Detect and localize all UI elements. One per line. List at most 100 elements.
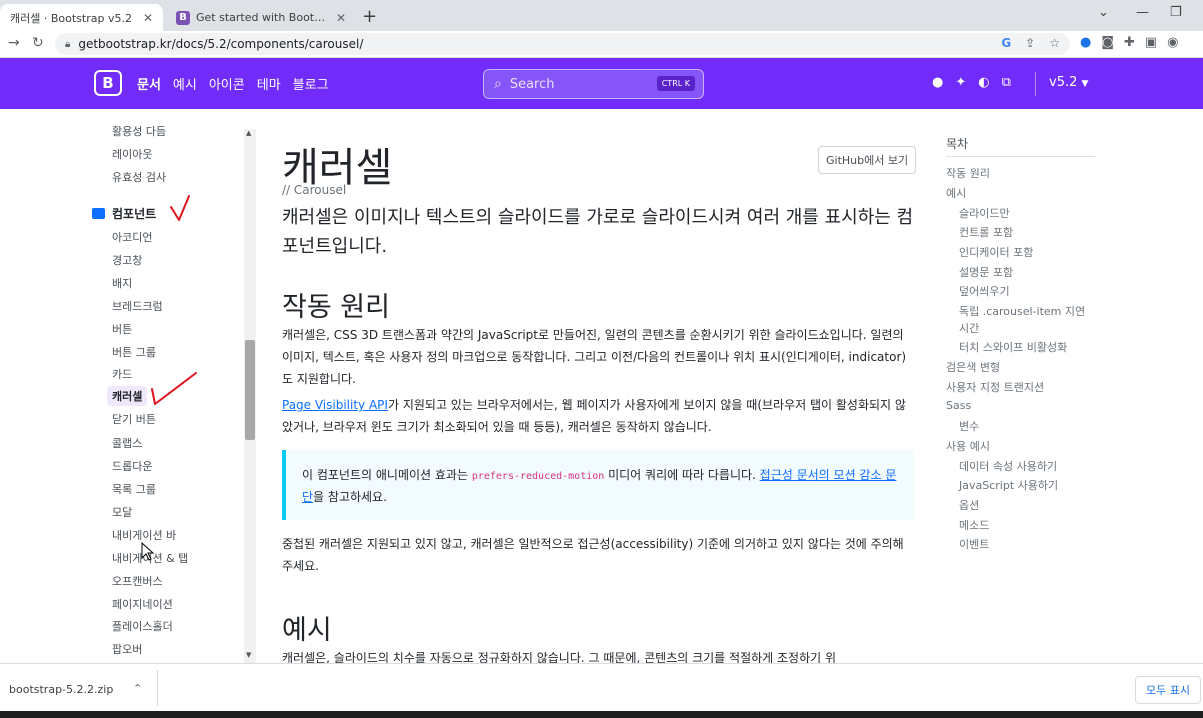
nav-link-docs[interactable]: 문서 bbox=[137, 74, 161, 93]
google-icon[interactable]: G bbox=[1001, 36, 1011, 50]
view-on-github-button[interactable]: GitHub에서 보기 bbox=[818, 146, 917, 174]
extension-globe-icon[interactable]: ● bbox=[1080, 35, 1091, 50]
toc-item[interactable]: 옵션 bbox=[959, 497, 979, 513]
sidebar-scroll-thumb[interactable] bbox=[245, 340, 255, 440]
search-input[interactable]: ⌕ Search CTRL K bbox=[483, 69, 704, 99]
sidebar-item-offcanvas[interactable]: 오프캔버스 bbox=[107, 571, 168, 591]
browser-tab-strip: 캐러셀 · Bootstrap v5.2 ✕ B Get started wit… bbox=[0, 0, 1203, 31]
profile-avatar-icon[interactable]: ◉ bbox=[1167, 35, 1178, 50]
toc-item[interactable]: 독립 .carousel-item 지연 bbox=[959, 303, 1085, 319]
share-icon[interactable]: ⇪ bbox=[1025, 36, 1035, 50]
chevron-up-icon[interactable]: ⌃ bbox=[133, 682, 142, 695]
sidebar-item-card[interactable]: 카드 bbox=[107, 364, 137, 384]
heading-examples: 예시 bbox=[282, 615, 332, 646]
toc-item[interactable]: 데이터 속성 사용하기 bbox=[959, 458, 1057, 474]
sidebar-item-badge[interactable]: 배지 bbox=[107, 273, 137, 293]
download-item[interactable]: bootstrap-5.2.2.zip bbox=[9, 683, 113, 696]
minimize-icon[interactable]: — bbox=[1136, 5, 1149, 20]
sidebar-item-close-button[interactable]: 닫기 버튼 bbox=[107, 409, 161, 429]
nav-link-icons[interactable]: 아이콘 bbox=[209, 74, 245, 93]
sidebar-item-dropdowns[interactable]: 드롭다운 bbox=[107, 456, 157, 476]
nav-link-themes[interactable]: 테마 bbox=[257, 74, 281, 93]
opencollective-icon[interactable]: ◐ bbox=[978, 75, 989, 90]
toc-item[interactable]: Sass bbox=[946, 399, 971, 412]
scroll-up-arrow-icon[interactable]: ▲ bbox=[246, 129, 251, 137]
sidebar-item-popovers[interactable]: 팝오버 bbox=[107, 639, 147, 659]
translate-icon[interactable]: ⧉ bbox=[1002, 75, 1011, 90]
forward-icon[interactable]: → bbox=[8, 35, 20, 51]
sidebar-item-button-group[interactable]: 버튼 그룹 bbox=[107, 342, 161, 362]
reload-icon[interactable]: ↻ bbox=[32, 35, 44, 51]
toc-item[interactable]: 시간 bbox=[959, 320, 979, 336]
toc-item[interactable]: 슬라이드만 bbox=[959, 205, 1010, 221]
lock-icon: 🔒︎ bbox=[65, 38, 71, 50]
toc-item[interactable]: 터치 스와이프 비활성화 bbox=[959, 339, 1067, 355]
page-visibility-api-link[interactable]: Page Visibility API bbox=[282, 398, 388, 412]
toc-item[interactable]: 변수 bbox=[959, 418, 979, 434]
heading-how-it-works: 작동 원리 bbox=[282, 292, 390, 323]
github-icon[interactable]: ● bbox=[932, 75, 943, 90]
new-tab-icon[interactable]: + bbox=[362, 6, 377, 27]
toc-item[interactable]: 작동 원리 bbox=[946, 165, 990, 181]
toc-item[interactable]: 사용자 지정 트랜지션 bbox=[946, 379, 1044, 395]
tab-title: 캐러셀 · Bootstrap v5.2 bbox=[10, 11, 132, 25]
sidebar-item-list-group[interactable]: 목록 그룹 bbox=[107, 479, 161, 499]
toc-item[interactable]: 컨트롤 포함 bbox=[959, 224, 1013, 240]
address-bar-row: → ↻ 🔒︎ getbootstrap.kr/docs/5.2/componen… bbox=[0, 31, 1203, 58]
sidebar-item-navs-tabs[interactable]: 내비게이션 & 탭 bbox=[107, 548, 193, 568]
sidebar-item-alerts[interactable]: 경고창 bbox=[107, 250, 147, 270]
sidebar-item-modal[interactable]: 모달 bbox=[107, 502, 137, 522]
table-of-contents: 목차 작동 원리 예시 슬라이드만 컨트롤 포함 인디케이터 포함 설명문 포함… bbox=[946, 109, 1106, 663]
restore-icon[interactable]: ❐ bbox=[1170, 5, 1182, 20]
callout-text-mid: 미디어 쿼리에 따라 다릅니다. bbox=[604, 468, 760, 482]
sidebar-item-carousel[interactable]: 캐러셀 bbox=[107, 386, 148, 406]
close-tab-icon[interactable]: ✕ bbox=[143, 11, 153, 25]
components-icon bbox=[92, 208, 105, 219]
url-field[interactable]: 🔒︎ getbootstrap.kr/docs/5.2/components/c… bbox=[55, 33, 1070, 55]
toc-item[interactable]: 인디케이터 포함 bbox=[959, 244, 1033, 260]
sidebar-item[interactable]: 레이아웃 bbox=[107, 144, 157, 164]
toc-item[interactable]: 덮어씌우기 bbox=[959, 283, 1010, 299]
page-visibility-paragraph: Page Visibility API가 지원되고 있는 브라우저에서는, 웹 … bbox=[282, 394, 914, 438]
extension-icons: ● ◙ ✚ ▣ ◉ bbox=[1080, 35, 1179, 50]
twitter-icon[interactable]: ✦ bbox=[955, 75, 966, 90]
examples-paragraph: 캐러셀은, 슬라이드의 치수를 자동으로 정규화하지 않습니다. 그 때문에, … bbox=[282, 651, 837, 663]
site-navbar: B 문서 예시 아이콘 테마 블로그 ⌕ Search CTRL K ● ✦ ◐… bbox=[0, 58, 1203, 109]
sidebar-item-navbar[interactable]: 내비게이션 바 bbox=[107, 525, 181, 545]
camera-icon[interactable]: ◙ bbox=[1101, 35, 1114, 50]
version-dropdown[interactable]: v5.2 ▼ bbox=[1049, 75, 1088, 90]
sidebar-section-components[interactable]: 컴포넌트 bbox=[92, 205, 156, 222]
bookmark-star-icon[interactable]: ☆ bbox=[1049, 36, 1060, 50]
toc-item[interactable]: 이벤트 bbox=[959, 536, 989, 552]
side-panel-icon[interactable]: ▣ bbox=[1145, 35, 1157, 50]
url-text: getbootstrap.kr/docs/5.2/components/caro… bbox=[78, 37, 364, 51]
toc-item[interactable]: 예시 bbox=[946, 185, 966, 201]
toc-item[interactable]: 메소드 bbox=[959, 517, 989, 533]
close-tab-icon[interactable]: ✕ bbox=[336, 11, 346, 25]
show-all-button[interactable]: 모두 표시 bbox=[1135, 676, 1201, 704]
sidebar-item-pagination[interactable]: 페이지네이션 bbox=[107, 594, 178, 614]
sidebar-item-collapse[interactable]: 콜랩스 bbox=[107, 433, 147, 453]
sidebar-item-breadcrumb[interactable]: 브레드크럼 bbox=[107, 296, 168, 316]
scroll-down-arrow-icon[interactable]: ▼ bbox=[246, 651, 251, 659]
tab-title: Get started with Bootstrap · Boo bbox=[196, 11, 328, 24]
sidebar-item-buttons[interactable]: 버튼 bbox=[107, 319, 137, 339]
tab-get-started[interactable]: B Get started with Bootstrap · Boo ✕ bbox=[166, 4, 356, 31]
toc-item[interactable]: 검은색 변형 bbox=[946, 359, 1000, 375]
docs-sidebar: 활용성 다듬 레이아웃 유효성 검사 컴포넌트 아코디언 경고창 배지 브레드크… bbox=[0, 109, 257, 663]
nav-link-examples[interactable]: 예시 bbox=[173, 74, 197, 93]
toc-item[interactable]: 사용 예시 bbox=[946, 438, 990, 454]
tab-search-icon[interactable]: ⌄ bbox=[1098, 5, 1109, 20]
sidebar-item[interactable]: 유효성 검사 bbox=[107, 167, 171, 187]
toc-item[interactable]: JavaScript 사용하기 bbox=[959, 477, 1058, 493]
sidebar-item-accordion[interactable]: 아코디언 bbox=[107, 227, 157, 247]
tab-carousel[interactable]: 캐러셀 · Bootstrap v5.2 ✕ bbox=[0, 4, 163, 31]
bootstrap-logo-icon[interactable]: B bbox=[94, 70, 122, 96]
toc-item[interactable]: 설명문 포함 bbox=[959, 264, 1013, 280]
nav-link-blog[interactable]: 블로그 bbox=[293, 74, 329, 93]
sidebar-item[interactable]: 활용성 다듬 bbox=[107, 121, 171, 141]
sidebar-item-placeholders[interactable]: 플레이스홀더 bbox=[107, 616, 178, 636]
reduced-motion-callout: 이 컴포넌트의 애니메이션 효과는 prefers-reduced-motion… bbox=[282, 450, 914, 520]
puzzle-icon[interactable]: ✚ bbox=[1124, 35, 1135, 50]
search-placeholder: Search bbox=[509, 76, 555, 92]
